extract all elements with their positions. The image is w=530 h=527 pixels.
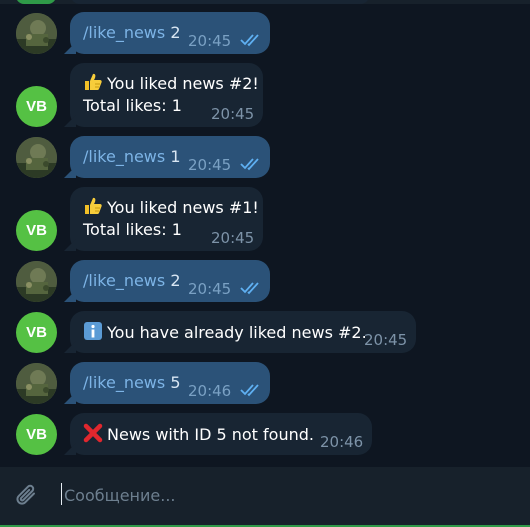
message-row: /like_news 1 20:45: [0, 136, 530, 178]
message-time: 20:45: [188, 280, 232, 298]
message-row: /like_news 5 20:46: [0, 362, 530, 404]
paperclip-icon[interactable]: [14, 483, 40, 509]
message-line-2: Total likes: 1: [83, 220, 182, 239]
outgoing-message-bubble[interactable]: /like_news 2 20:45: [70, 260, 270, 302]
message-composer: [0, 467, 530, 525]
message-text: You liked news #1!: [83, 196, 259, 219]
message-time: 20:45: [211, 105, 255, 123]
chat-area: /like_news 2 20:45 VB You liked news #2!: [0, 0, 530, 467]
message-row: VB You liked news #2! Total likes: 1 20:…: [0, 63, 530, 127]
incoming-message-bubble[interactable]: News with ID 5 not found. 20:46: [70, 413, 372, 455]
command-link[interactable]: /like_news: [83, 23, 165, 42]
command-argument: 2: [170, 271, 181, 290]
bot-avatar[interactable]: VB: [16, 414, 57, 455]
command-link[interactable]: /like_news: [83, 147, 165, 166]
message-row: /like_news 2 20:45: [0, 260, 530, 302]
message-time: 20:45: [364, 331, 408, 349]
avatar: [16, 0, 56, 4]
outgoing-message-bubble[interactable]: /like_news 1 20:45: [70, 136, 270, 178]
outgoing-message-bubble[interactable]: /like_news 5 20:46: [70, 362, 270, 404]
thumbs-up-icon: [83, 72, 103, 92]
message-text: You have already liked news #2.: [83, 321, 367, 344]
user-avatar[interactable]: [16, 261, 57, 302]
command-argument: 1: [170, 147, 181, 166]
user-avatar[interactable]: [16, 13, 57, 54]
message-time: 20:45: [188, 156, 232, 174]
command-argument: 2: [170, 23, 181, 42]
message-line-1: You liked news #2!: [107, 74, 259, 93]
message-row: VB You have already liked news #2. 20:45: [0, 311, 530, 353]
message-text: You liked news #2!: [83, 72, 259, 95]
read-checkmarks-icon: [240, 383, 262, 397]
command-link[interactable]: /like_news: [83, 271, 165, 290]
message-row: /like_news 2 20:45: [0, 12, 530, 54]
message-row: VB You liked news #1! Total likes: 1 20:…: [0, 187, 530, 251]
read-checkmarks-icon: [240, 33, 262, 47]
thumbs-up-icon: [83, 196, 103, 216]
message-time: 20:45: [188, 32, 232, 50]
command-link[interactable]: /like_news: [83, 373, 165, 392]
message-time: 20:45: [211, 229, 255, 247]
message-input[interactable]: [62, 481, 486, 509]
message-line-1: You liked news #1!: [107, 198, 259, 217]
information-icon: [83, 321, 103, 341]
message-bubble: [70, 0, 370, 4]
read-checkmarks-icon: [240, 157, 262, 171]
incoming-message-bubble[interactable]: You liked news #2! Total likes: 1 20:45: [70, 63, 263, 127]
read-checkmarks-icon: [240, 281, 262, 295]
bot-avatar[interactable]: VB: [16, 210, 57, 251]
message-time: 20:46: [188, 382, 232, 400]
message-row: VB News with ID 5 not found. 20:46: [0, 413, 530, 455]
user-avatar[interactable]: [16, 137, 57, 178]
incoming-message-bubble[interactable]: You liked news #1! Total likes: 1 20:45: [70, 187, 263, 251]
incoming-message-bubble[interactable]: You have already liked news #2. 20:45: [70, 311, 416, 353]
message-time: 20:46: [320, 433, 364, 451]
bot-avatar[interactable]: VB: [16, 312, 57, 353]
bot-avatar[interactable]: VB: [16, 86, 57, 127]
message-text: News with ID 5 not found.: [83, 423, 314, 446]
cross-mark-icon: [83, 423, 103, 443]
message-line-2: Total likes: 1: [83, 96, 182, 115]
message-line-1: News with ID 5 not found.: [107, 425, 314, 444]
outgoing-message-bubble[interactable]: /like_news 2 20:45: [70, 12, 270, 54]
user-avatar[interactable]: [16, 363, 57, 404]
command-argument: 5: [170, 373, 181, 392]
message-line-1: You have already liked news #2.: [107, 323, 367, 342]
